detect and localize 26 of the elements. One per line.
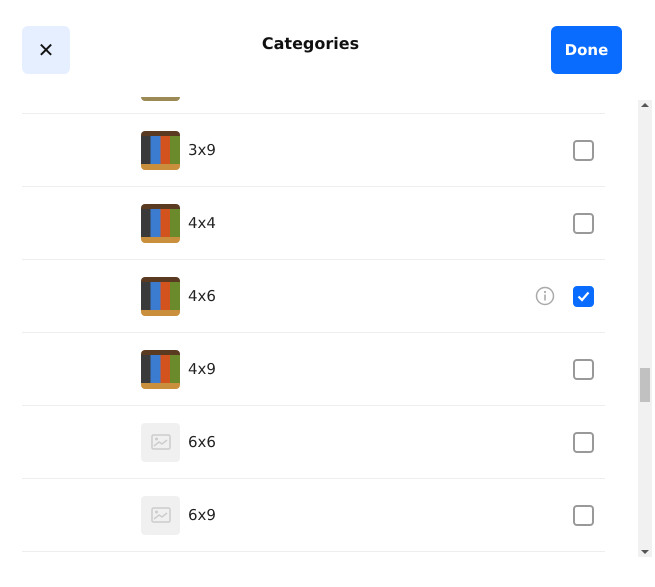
- category-label: 6x6: [188, 432, 217, 453]
- checkbox[interactable]: [573, 432, 594, 452]
- photo-placeholder: [141, 350, 180, 388]
- scrollbar[interactable]: [638, 100, 652, 557]
- checkbox[interactable]: [573, 286, 594, 306]
- close-button[interactable]: ✕: [22, 26, 70, 74]
- category-label: 4x6: [188, 286, 217, 307]
- photo-placeholder: [141, 130, 180, 170]
- checkbox[interactable]: [573, 358, 594, 380]
- done-button[interactable]: Done: [550, 26, 622, 74]
- photo-thumbnail: [141, 97, 180, 101]
- checkbox[interactable]: [573, 140, 594, 160]
- checkbox[interactable]: [573, 504, 594, 526]
- photo-placeholder: [141, 276, 180, 316]
- category-label: 6x9: [188, 504, 217, 526]
- category-label: 4x9: [188, 358, 217, 380]
- category-label: 4x4: [188, 212, 217, 234]
- scrollbar-thumb[interactable]: [640, 368, 650, 402]
- check-icon: [577, 290, 590, 302]
- info-icon[interactable]: [535, 286, 555, 306]
- dialog-title: Categories: [262, 33, 360, 55]
- category-label: 3x9: [188, 140, 217, 161]
- image-placeholder-icon: [141, 422, 180, 462]
- photo-placeholder: [141, 204, 180, 242]
- image-placeholder-icon: [141, 496, 180, 534]
- checkbox[interactable]: [573, 212, 594, 234]
